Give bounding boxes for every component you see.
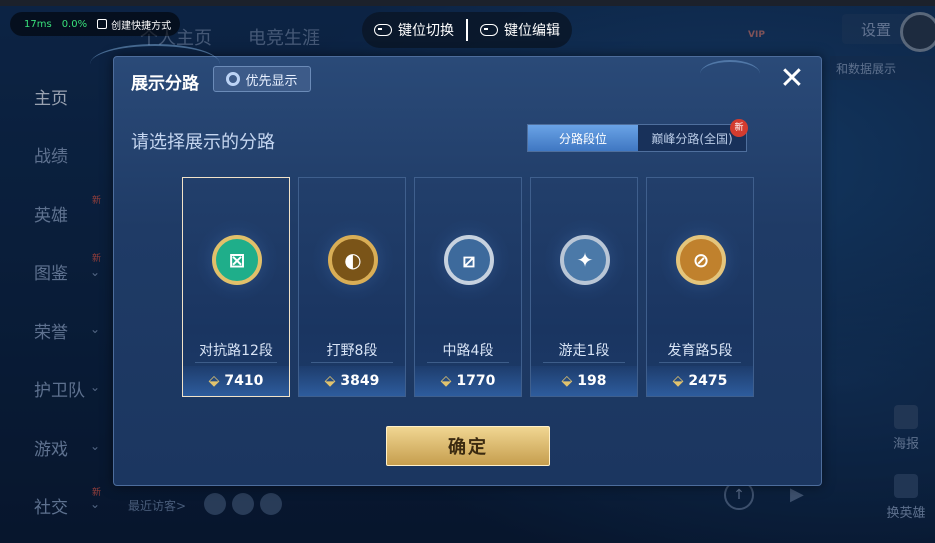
score-icon: ⬙	[208, 373, 220, 389]
score-value: 198	[577, 373, 607, 389]
lane-card-jungle[interactable]: ◐ 打野8段 ⬙ 3849	[298, 177, 406, 397]
key-edit-label: 键位编辑	[504, 23, 560, 39]
lane-card-label: 游走1段	[558, 343, 610, 359]
latency-value: 17ms	[24, 18, 52, 30]
card-divider	[427, 362, 509, 363]
score-value: 3849	[340, 373, 380, 389]
new-badge: 新	[730, 119, 748, 137]
gamepad-icon	[374, 24, 392, 36]
performance-overlay: 17ms 0.0% 创建快捷方式	[10, 12, 180, 36]
tab-label: 巅峰分路(全国)	[651, 131, 733, 146]
score-icon: ⬙	[672, 373, 684, 389]
card-divider	[659, 362, 741, 363]
gamepad-icon	[480, 24, 498, 36]
score-icon: ⬙	[440, 373, 452, 389]
lane-cards: ⊠ 对抗路12段 ⬙ 7410 ◐ 打野8段 ⬙ 3849 ⧄ 中路4段 ⬙ 1770…	[182, 177, 754, 397]
dialog-subtitle: 请选择展示的分路	[131, 132, 275, 153]
key-switch-button[interactable]: 键位切换	[362, 20, 466, 40]
key-edit-button[interactable]: 键位编辑	[468, 20, 572, 40]
confirm-button[interactable]: 确定	[386, 426, 550, 466]
score-value: 7410	[224, 373, 264, 389]
keymap-toolbar: 键位切换 键位编辑	[362, 12, 572, 48]
card-divider	[311, 362, 393, 363]
roam-emblem-icon: ✦	[560, 235, 610, 285]
loss-value: 0.0%	[61, 18, 88, 30]
gear-icon	[226, 72, 241, 86]
tab-lane-rank[interactable]: 分路段位	[528, 125, 638, 151]
lane-card-mid[interactable]: ⧄ 中路4段 ⬙ 1770	[414, 177, 522, 397]
ranking-type-segmented-control: 分路段位 巅峰分路(全国) 新	[527, 119, 748, 152]
farm-lane-emblem-icon: ⊘	[676, 235, 726, 285]
tab-peak-lane[interactable]: 巅峰分路(全国) 新	[638, 119, 748, 151]
lane-score: ⬙ 3849	[299, 366, 405, 396]
lane-card-roam[interactable]: ✦ 游走1段 ⬙ 198	[530, 177, 638, 397]
score-icon: ⬙	[324, 373, 336, 389]
lane-card-top[interactable]: ⊠ 对抗路12段 ⬙ 7410	[182, 177, 290, 397]
decorative-swirl	[700, 60, 760, 88]
lane-card-label: 发育路5段	[667, 343, 733, 359]
shortcut-icon	[97, 19, 108, 29]
decorative-swirl	[90, 44, 220, 84]
shortcut-label: 创建快捷方式	[111, 20, 172, 32]
clash-lane-emblem-icon: ⊠	[212, 235, 262, 285]
card-divider	[195, 362, 277, 363]
lane-score: ⬙ 7410	[183, 366, 289, 396]
priority-display-button[interactable]: 优先显示	[213, 66, 311, 92]
score-value: 1770	[456, 373, 496, 389]
mid-lane-emblem-icon: ⧄	[444, 235, 494, 285]
tab-label: 分路段位	[558, 131, 607, 146]
lane-card-farm[interactable]: ⊘ 发育路5段 ⬙ 2475	[646, 177, 754, 397]
lane-score: ⬙ 2475	[647, 366, 753, 396]
key-switch-label: 键位切换	[398, 23, 454, 39]
lane-score: ⬙ 1770	[415, 366, 521, 396]
lane-card-label: 打野8段	[326, 343, 378, 359]
lane-card-label: 中路4段	[442, 343, 494, 359]
score-value: 2475	[688, 373, 728, 389]
lane-card-label: 对抗路12段	[199, 343, 273, 359]
lane-display-dialog: 展示分路 优先显示 ✕ 请选择展示的分路 分路段位 巅峰分路(全国) 新 ⊠ 对抗…	[113, 56, 822, 486]
close-icon[interactable]: ✕	[775, 63, 809, 97]
score-icon: ⬙	[561, 373, 573, 389]
lane-score: ⬙ 198	[531, 366, 637, 396]
jungle-emblem-icon: ◐	[328, 235, 378, 285]
priority-label: 优先显示	[245, 73, 298, 89]
create-shortcut-button[interactable]: 创建快捷方式	[97, 17, 171, 32]
card-divider	[543, 362, 625, 363]
